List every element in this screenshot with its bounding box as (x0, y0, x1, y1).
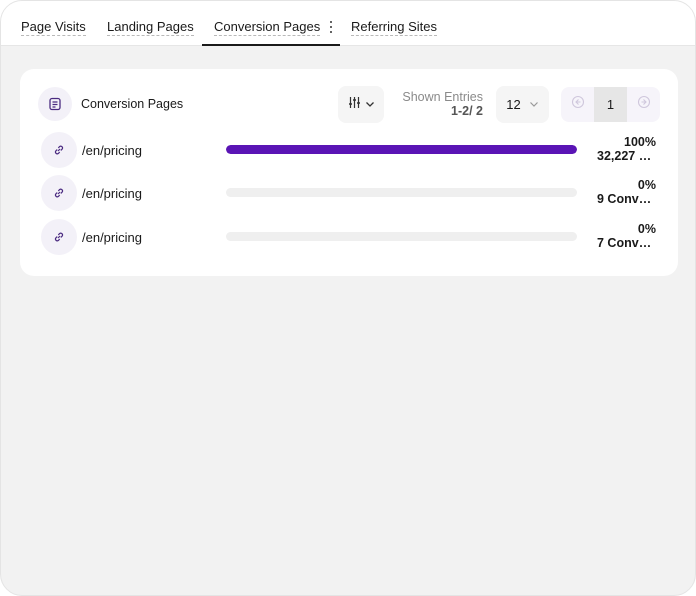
tab-landing-pages[interactable]: Landing Pages (107, 19, 194, 36)
document-list-icon (38, 87, 72, 121)
tab-label: Referring Sites (351, 19, 437, 36)
pagination: 1 (561, 87, 660, 122)
chevron-down-icon (529, 97, 539, 112)
link-icon[interactable] (41, 132, 77, 168)
filter-button[interactable] (338, 86, 384, 123)
conversion-percent: 100% (624, 135, 656, 149)
conversion-bar (226, 188, 577, 197)
page-path[interactable]: /en/pricing (82, 143, 142, 158)
conversion-bar (226, 145, 577, 154)
table-row: /en/pricing 100% 32,227 Conversions (20, 130, 678, 170)
per-page-select[interactable]: 12 (496, 86, 549, 123)
tab-bar: Page Visits Landing Pages Conversion Pag… (1, 1, 695, 46)
tab-conversion-pages[interactable]: Conversion Pages (214, 19, 321, 36)
link-icon[interactable] (41, 175, 77, 211)
sliders-icon (348, 96, 361, 114)
conversion-bar (226, 232, 577, 241)
shown-entries-label: Shown Entries (402, 90, 483, 104)
page-path[interactable]: /en/pricing (82, 230, 142, 245)
app-frame: Page Visits Landing Pages Conversion Pag… (0, 0, 696, 596)
tab-label: Page Visits (21, 19, 86, 36)
tab-page-visits[interactable]: Page Visits (21, 19, 86, 36)
active-tab-indicator (202, 44, 340, 46)
conversion-pages-card: Conversion Pages Shown Entries 1-2/ 2 12… (20, 69, 678, 276)
per-page-value: 12 (506, 97, 521, 112)
prev-page-button[interactable] (561, 87, 594, 122)
link-icon[interactable] (41, 219, 77, 255)
conversion-count: 32,227 Conversions (597, 149, 656, 163)
conversion-count: 7 Conversions (597, 236, 656, 250)
current-page[interactable]: 1 (594, 87, 627, 122)
tab-label: Landing Pages (107, 19, 194, 36)
conversion-bar-fill (226, 145, 577, 154)
table-row: /en/pricing 0% 9 Conversions (20, 173, 678, 213)
tab-more-menu-icon[interactable] (326, 19, 336, 35)
conversion-percent: 0% (637, 222, 656, 236)
arrow-left-circle-icon (571, 95, 585, 114)
conversion-percent: 0% (637, 178, 656, 192)
next-page-button[interactable] (627, 87, 660, 122)
card-title: Conversion Pages (81, 97, 184, 111)
arrow-right-circle-icon (637, 95, 651, 114)
table-row: /en/pricing 0% 7 Conversions (20, 217, 678, 257)
page-path[interactable]: /en/pricing (82, 186, 142, 201)
conversion-count: 9 Conversions (597, 192, 656, 206)
tab-label: Conversion Pages (214, 19, 321, 36)
tab-referring-sites[interactable]: Referring Sites (351, 19, 437, 36)
shown-entries-value: 1-2/ 2 (451, 104, 483, 118)
chevron-down-icon (365, 96, 375, 114)
